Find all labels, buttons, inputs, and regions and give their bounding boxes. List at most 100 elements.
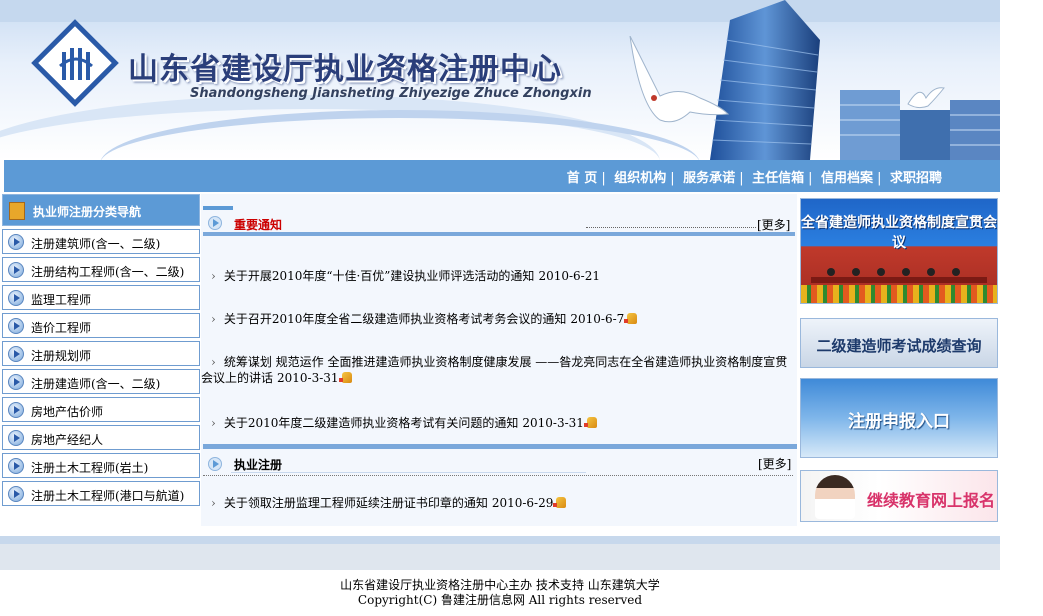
sidebar-heading-label: 执业师注册分类导航 [33, 205, 142, 219]
nav-organization[interactable]: 组织机构 [614, 171, 666, 186]
notice-title[interactable]: 关于开展2010年度“十佳·百优”建设执业师评选活动的通知 [224, 269, 535, 283]
sidebar-item-label[interactable]: 造价工程师 [31, 319, 91, 336]
bullet-icon: › [211, 416, 216, 430]
registration-item-title[interactable]: 关于领取注册监理工程师延续注册证书印章的通知 [224, 496, 488, 510]
dotted-divider [203, 475, 793, 476]
sidebar-item-structural-engineer[interactable]: 注册结构工程师(含一、二级) [2, 257, 200, 282]
nav-service-commitment[interactable]: 服务承诺 [683, 171, 735, 186]
bullet-icon: › [211, 269, 216, 283]
nav-separator: | [877, 171, 882, 186]
sidebar-item-planner[interactable]: 注册规划师 [2, 341, 200, 366]
section-underline [231, 472, 586, 473]
sidebar-item-label[interactable]: 注册规划师 [31, 347, 91, 364]
notice-date: 2010-6-7 [570, 312, 625, 326]
registration-more-link[interactable]: [更多] [758, 455, 791, 472]
sidebar-heading: 执业师注册分类导航 [2, 194, 200, 226]
registration-item[interactable]: › 关于领取注册监理工程师延续注册证书印章的通知 2010-6-29 [211, 495, 791, 511]
arrow-circle-icon [8, 374, 24, 390]
dove-icon [629, 36, 730, 123]
main-content: 重要通知 [更多] › 关于开展2010年度“十佳·百优”建设执业师评选活动的通知… [201, 194, 797, 526]
sidebar-item-label[interactable]: 监理工程师 [31, 291, 91, 308]
new-hand-icon [583, 417, 597, 428]
arrow-circle-icon [208, 457, 222, 471]
flower-row [801, 285, 997, 303]
nav-job-recruitment[interactable]: 求职招聘 [890, 171, 942, 186]
section-bar [203, 206, 233, 210]
arrow-circle-icon [8, 318, 24, 334]
notice-date: 2010-3-31 [522, 416, 584, 430]
sidebar-item-label[interactable]: 注册土木工程师(港口与航道) [31, 487, 184, 504]
footer-copyright: Copyright(C) 鲁建注册信息网 All rights reserved [357, 593, 643, 607]
sidebar-item-cost-engineer[interactable]: 造价工程师 [2, 313, 200, 338]
notice-item[interactable]: › 统筹谋划 规范运作 全面推进建造师执业资格制度健康发展 ——昝龙亮同志在全省建… [201, 354, 791, 386]
arrow-circle-icon [208, 216, 222, 230]
notice-date: 2010-3-31 [277, 371, 339, 385]
bullet-icon: › [211, 496, 216, 510]
arrow-circle-icon [8, 486, 24, 502]
notices-more-link[interactable]: [更多] [757, 216, 790, 233]
sidebar-item-geotechnical-engineer[interactable]: 注册土木工程师(岩土) [2, 453, 200, 478]
notice-title[interactable]: 关于2010年度二级建造师执业资格考试有关问题的通知 [224, 416, 519, 430]
notice-item[interactable]: › 关于2010年度二级建造师执业资格考试有关问题的通知 2010-3-31 [211, 415, 791, 431]
sidebar: 执业师注册分类导航 注册建筑师(含一、二级) 注册结构工程师(含一、二级) 监理… [2, 194, 200, 506]
sidebar-item-real-estate-agent[interactable]: 房地产经纪人 [2, 425, 200, 450]
ad-continuing-education[interactable]: 继续教育网上报名 [800, 470, 998, 522]
ad-registration-entry[interactable]: 注册申报入口 [800, 378, 998, 458]
registration-title: 执业注册 [234, 458, 283, 472]
notice-title[interactable]: 关于召开2010年度全省二级建造师执业资格考试考务会议的通知 [224, 312, 567, 326]
book-icon [9, 202, 25, 220]
main-nav: 首 页 | 组织机构 | 服务承诺 | 主任信箱 | 信用档案 | 求职招聘 [567, 167, 942, 186]
nav-credit-records[interactable]: 信用档案 [821, 171, 873, 186]
site-subtitle: Shandongsheng Jiansheting Zhiyezige Zhuc… [190, 86, 592, 101]
arrow-circle-icon [8, 234, 24, 250]
nav-director-mailbox[interactable]: 主任信箱 [752, 171, 804, 186]
ad-constructor-conference[interactable]: 全省建造师执业资格制度宣贯会议 [800, 198, 998, 304]
nav-separator: | [808, 171, 813, 186]
logo-emblem-icon [59, 48, 93, 80]
sidebar-item-label[interactable]: 注册结构工程师(含一、二级) [31, 263, 184, 280]
footer-sponsor: 山东省建设厅执业资格注册中心主办 技术支持 山东建筑大学 [340, 578, 660, 592]
arrow-circle-icon [8, 290, 24, 306]
footer: 山东省建设厅执业资格注册中心主办 技术支持 山东建筑大学 Copyright(C… [0, 578, 1000, 608]
notices-title: 重要通知 [234, 218, 283, 232]
sidebar-item-label[interactable]: 房地产估价师 [31, 403, 103, 420]
sidebar-item-registered-architect[interactable]: 注册建筑师(含一、二级) [2, 229, 200, 254]
banner-top-strip [0, 0, 1000, 22]
notices-header: 重要通知 [更多] [201, 194, 797, 236]
section-divider [203, 232, 795, 236]
ad-caption: 注册申报入口 [848, 412, 950, 432]
new-hand-icon [553, 497, 567, 508]
sidebar-item-label[interactable]: 注册建筑师(含一、二级) [31, 235, 160, 252]
sidebar-item-label[interactable]: 注册土木工程师(岩土) [31, 459, 148, 476]
sidebar-item-port-engineer[interactable]: 注册土木工程师(港口与航道) [2, 481, 200, 506]
new-hand-icon [624, 313, 638, 324]
footer-bar [0, 544, 1000, 570]
nav-separator: | [739, 171, 744, 186]
nav-separator: | [601, 171, 606, 186]
sidebar-item-real-estate-appraiser[interactable]: 房地产估价师 [2, 397, 200, 422]
sidebar-item-label[interactable]: 房地产经纪人 [31, 431, 103, 448]
sidebar-item-supervision-engineer[interactable]: 监理工程师 [2, 285, 200, 310]
nav-separator: | [670, 171, 675, 186]
nav-home[interactable]: 首 页 [567, 171, 598, 186]
sidebar-item-label[interactable]: 注册建造师(含一、二级) [31, 375, 160, 392]
dotted-divider [586, 227, 756, 228]
arrow-circle-icon [8, 458, 24, 474]
sidebar-item-constructor[interactable]: 注册建造师(含一、二级) [2, 369, 200, 394]
bullet-icon: › [211, 312, 216, 326]
footer-bar [0, 536, 1000, 544]
arrow-circle-icon [8, 430, 24, 446]
ad-exam-score-query[interactable]: 二级建造师考试成绩查询 [800, 318, 998, 368]
site-title: 山东省建设厅执业资格注册中心 [128, 52, 562, 87]
ad-caption: 二级建造师考试成绩查询 [816, 337, 982, 355]
header-banner: 山东省建设厅执业资格注册中心 Shandongsheng Jiansheting… [0, 0, 1000, 160]
notice-item[interactable]: › 关于召开2010年度全省二级建造师执业资格考试考务会议的通知 2010-6-7 [211, 311, 791, 327]
arrow-circle-icon [8, 402, 24, 418]
conference-people-image [811, 268, 987, 283]
ad-caption: 全省建造师执业资格制度宣贯会议 [801, 215, 997, 251]
section-divider [203, 444, 797, 449]
ad-caption: 继续教育网上报名 [867, 491, 996, 510]
bullet-icon: › [211, 355, 216, 369]
arrow-circle-icon [8, 262, 24, 278]
notice-item[interactable]: › 关于开展2010年度“十佳·百优”建设执业师评选活动的通知 2010-6-21 [211, 268, 791, 284]
